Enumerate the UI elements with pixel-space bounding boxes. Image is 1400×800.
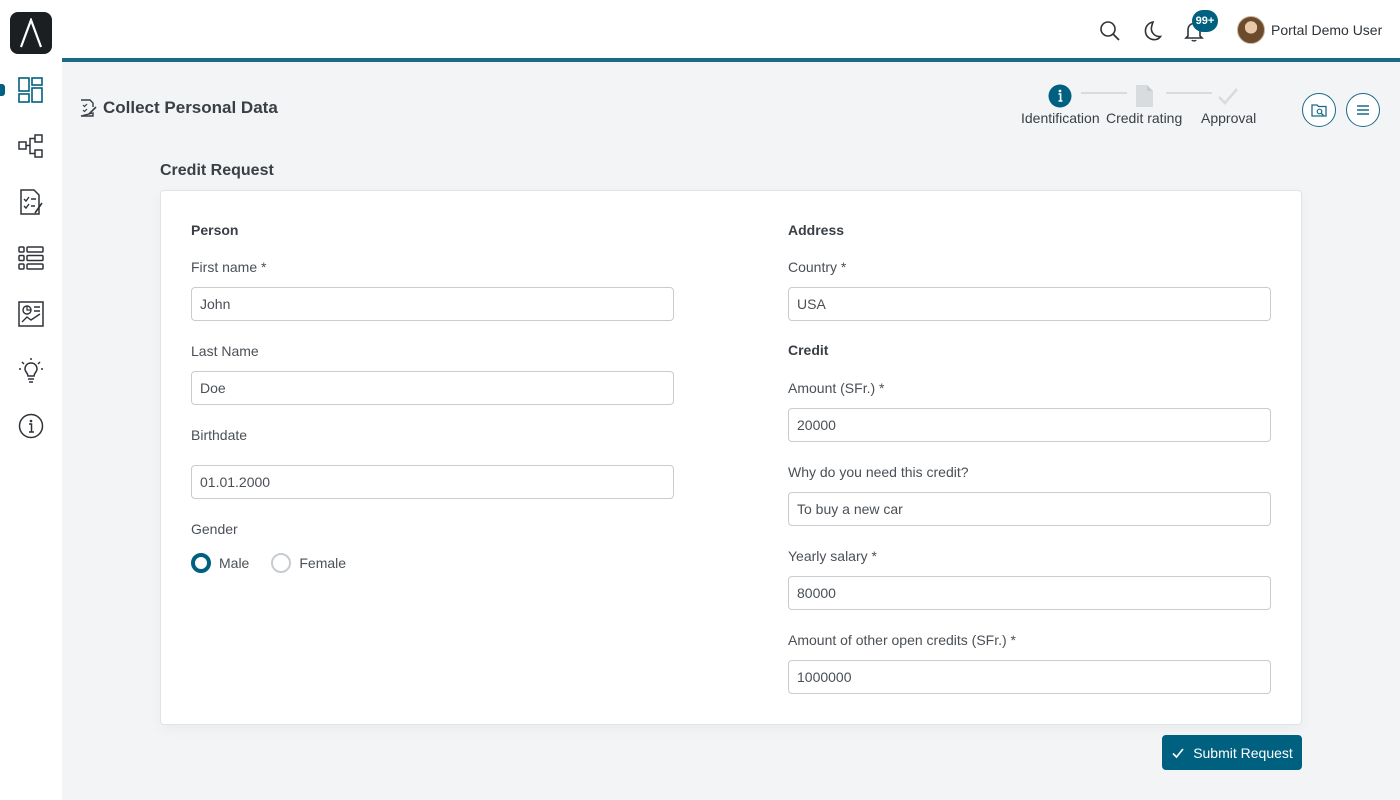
first-name-input[interactable]	[191, 287, 674, 321]
gender-female-radio[interactable]	[271, 553, 292, 573]
document-icon	[1136, 85, 1153, 107]
sidebar-item-dashboard[interactable]	[0, 70, 62, 110]
amount-input[interactable]	[788, 408, 1271, 442]
user-name: Portal Demo User	[1271, 22, 1383, 38]
sidebar-item-ideas[interactable]	[0, 350, 62, 390]
first-name-label: First name *	[191, 259, 267, 275]
app-logo[interactable]	[10, 12, 52, 54]
salary-input[interactable]	[788, 576, 1271, 610]
logo-icon	[19, 18, 43, 48]
process-tree-icon	[18, 134, 43, 158]
sidebar	[0, 0, 62, 800]
last-name-label: Last Name	[191, 343, 259, 359]
birthdate-input[interactable]	[191, 465, 674, 499]
reason-label: Why do you need this credit?	[788, 464, 969, 480]
step-identification-marker[interactable]	[1048, 84, 1072, 108]
address-section-label: Address	[788, 222, 845, 238]
gender-female-label[interactable]: Female	[299, 555, 346, 571]
notification-badge: 99+	[1192, 10, 1218, 32]
folder-search-icon	[1311, 104, 1327, 117]
country-input[interactable]	[788, 287, 1271, 321]
gender-male-radio[interactable]	[191, 553, 211, 573]
statistics-icon	[18, 301, 44, 327]
avatar	[1237, 16, 1265, 44]
sidebar-item-cases[interactable]	[0, 238, 62, 278]
step-approval-marker[interactable]	[1216, 84, 1240, 108]
menu-button[interactable]	[1346, 93, 1380, 127]
person-section-label: Person	[191, 222, 239, 238]
check-icon	[1172, 747, 1184, 758]
step-connector	[1081, 92, 1127, 94]
info-filled-icon	[1048, 84, 1072, 108]
task-list-icon	[20, 189, 43, 215]
sidebar-item-tasks[interactable]	[0, 182, 62, 222]
sidebar-item-info[interactable]	[0, 406, 62, 446]
hamburger-icon	[1357, 105, 1369, 115]
page-title: Collect Personal Data	[79, 98, 278, 118]
check-icon	[1218, 88, 1238, 105]
amount-label: Amount (SFr.) *	[788, 380, 885, 396]
step-connector	[1166, 92, 1212, 94]
step-credit-rating-marker[interactable]	[1132, 84, 1156, 108]
search-icon	[1100, 21, 1120, 41]
step-label-identification: Identification	[1021, 110, 1100, 126]
salary-label: Yearly salary *	[788, 548, 877, 564]
step-label-credit-rating: Credit rating	[1106, 110, 1183, 126]
step-label-approval: Approval	[1201, 110, 1257, 126]
last-name-input[interactable]	[191, 371, 674, 405]
credit-section-label: Credit	[788, 342, 829, 358]
submit-request-label: Submit Request	[1193, 744, 1293, 761]
info-icon	[18, 413, 44, 439]
gender-label: Gender	[191, 521, 238, 537]
lightbulb-icon	[19, 358, 43, 383]
sidebar-item-statistics[interactable]	[0, 294, 62, 334]
edit-form-icon	[80, 99, 97, 117]
dashboard-icon	[18, 77, 43, 103]
gender-radio-group: Male Female	[191, 553, 360, 573]
search-button[interactable]	[1098, 19, 1122, 43]
moon-icon	[1144, 20, 1163, 41]
sidebar-item-processes[interactable]	[0, 126, 62, 166]
form-title: Credit Request	[160, 162, 274, 179]
case-details-button[interactable]	[1302, 93, 1336, 127]
credit-request-card	[160, 190, 1302, 725]
birthdate-label: Birthdate	[191, 427, 248, 443]
gender-male-label[interactable]: Male	[219, 555, 249, 571]
country-label: Country *	[788, 259, 847, 275]
submit-request-button[interactable]: Submit Request	[1162, 735, 1302, 770]
page-title-text: Collect Personal Data	[103, 98, 278, 117]
list-icon	[18, 246, 44, 270]
other-credits-input[interactable]	[788, 660, 1271, 694]
other-credits-label: Amount of other open credits (SFr.) *	[788, 632, 1016, 648]
reason-input[interactable]	[788, 492, 1271, 526]
user-menu[interactable]: Portal Demo User	[1237, 15, 1382, 45]
dark-mode-toggle[interactable]	[1140, 19, 1164, 43]
